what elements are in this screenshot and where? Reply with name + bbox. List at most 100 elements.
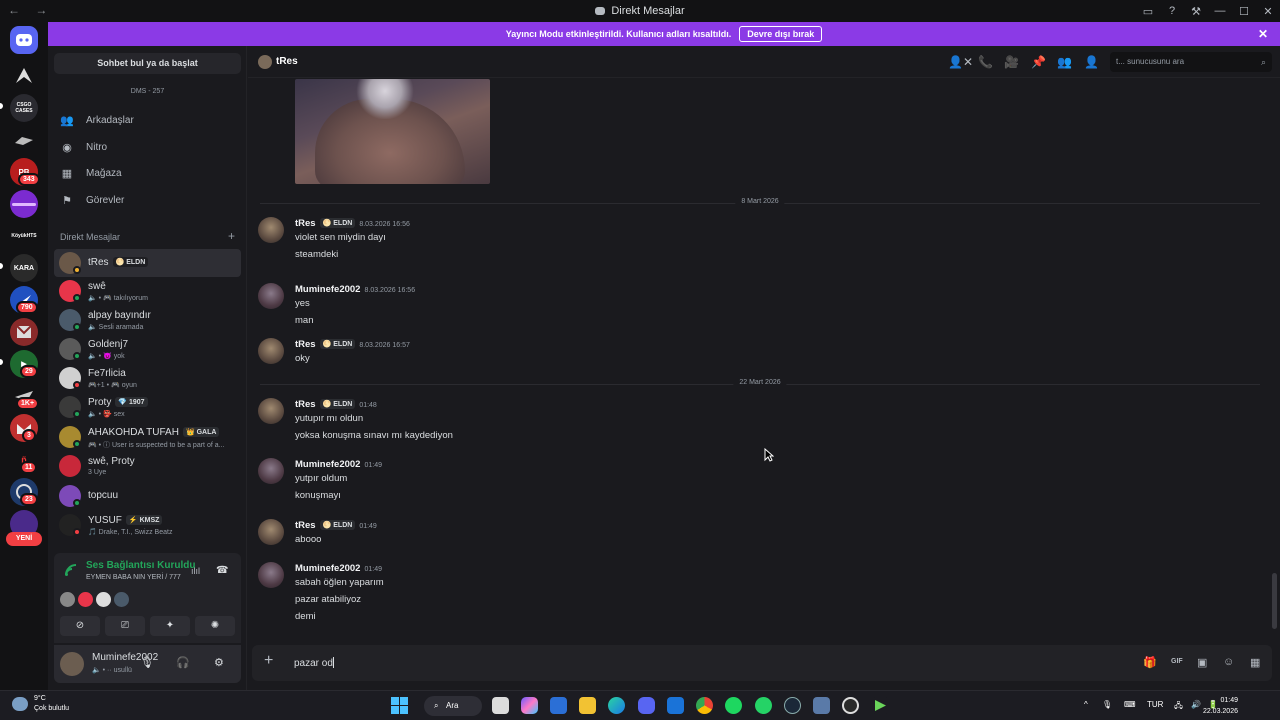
microphone-icon[interactable]: 🎙 xyxy=(140,656,154,669)
dm-item[interactable]: YUSUF ⚡ KMSZ 🎵 Drake, T.I., Swizz Beatz xyxy=(54,511,241,539)
avatar[interactable] xyxy=(258,519,284,545)
chrome-icon[interactable] xyxy=(696,697,713,714)
add-friends-to-dm-icon[interactable]: 👥 xyxy=(1057,55,1072,69)
guild-tag[interactable]: 🌕 ELDN xyxy=(319,520,356,530)
camera-off-button[interactable]: ⊘ xyxy=(60,616,100,636)
server-icon-5[interactable] xyxy=(10,190,38,218)
outlook-icon[interactable] xyxy=(667,697,684,714)
app-icon[interactable] xyxy=(813,697,830,714)
avatar[interactable] xyxy=(258,217,284,243)
nav-quests[interactable]: ⚑ Görevler xyxy=(54,188,241,212)
message-author[interactable]: Muminefe2002 xyxy=(295,563,360,574)
network-icon[interactable]: 🖧 xyxy=(1174,700,1183,714)
apps-icon[interactable]: ▦ xyxy=(1250,656,1260,669)
noise-suppression-icon[interactable]: ılıl xyxy=(191,566,200,576)
keyboard-icon[interactable]: ⌨ xyxy=(1124,700,1136,709)
disable-streamer-mode-button[interactable]: Devre dışı bırak xyxy=(739,26,823,42)
server-icon-kara[interactable]: KARA xyxy=(10,254,38,282)
clock[interactable]: 01:49 22.03.2026 xyxy=(1203,695,1238,717)
create-dm-icon[interactable]: + xyxy=(228,229,235,243)
dm-item[interactable]: swê 🔈 • 🎮 takılıyorum xyxy=(54,277,241,305)
add-attachment-icon[interactable]: + xyxy=(264,652,273,670)
app-icon[interactable] xyxy=(872,697,889,714)
voice-participant-avatar[interactable] xyxy=(60,592,75,607)
message-author[interactable]: tRes xyxy=(295,339,316,350)
minimize-button[interactable]: — xyxy=(1208,5,1232,17)
voice-channel-name[interactable]: EYMEN BABA NIN YERİ / 777 xyxy=(86,574,181,581)
headset-icon[interactable]: 🎧 xyxy=(176,656,190,669)
server-icon-1[interactable] xyxy=(10,62,38,90)
chat-title[interactable]: tRes xyxy=(276,56,298,67)
user-profile-icon[interactable]: 👤 xyxy=(1084,55,1099,69)
microphone-icon[interactable]: 🎙 xyxy=(1102,700,1112,709)
avatar[interactable] xyxy=(258,338,284,364)
guild-tag[interactable]: 🌕 ELDN xyxy=(319,399,356,409)
volume-icon[interactable]: 🔊 xyxy=(1191,700,1201,709)
avatar[interactable] xyxy=(258,283,284,309)
chat-scrollbar[interactable] xyxy=(1272,573,1277,629)
maximize-button[interactable]: ☐ xyxy=(1232,5,1256,18)
voice-call-icon[interactable]: 📞 xyxy=(978,55,993,69)
help-icon[interactable]: ? xyxy=(1160,5,1184,17)
close-icon[interactable]: ✕ xyxy=(1258,27,1268,41)
voice-participant-avatar[interactable] xyxy=(114,592,129,607)
message-author[interactable]: tRes xyxy=(295,399,316,410)
avatar[interactable] xyxy=(258,562,284,588)
direct-messages-home-button[interactable] xyxy=(10,26,38,54)
dm-item[interactable]: swê, Proty 3 Üye xyxy=(54,452,241,480)
store-icon[interactable] xyxy=(550,697,567,714)
server-icon-9[interactable] xyxy=(10,318,38,346)
obs-icon[interactable] xyxy=(842,697,859,714)
find-conversation-button[interactable]: Sohbet bul ya da başlat xyxy=(54,53,241,74)
dm-item[interactable]: Proty 💎 1907 🔈 • 👺 sex xyxy=(54,393,241,421)
devtools-icon[interactable]: ⚒ xyxy=(1184,5,1208,18)
guild-tag[interactable]: 🌕 ELDN xyxy=(319,218,356,228)
nav-nitro[interactable]: ◉ Nitro xyxy=(54,135,241,159)
search-input[interactable]: t... sunucusunu ara ⌕ xyxy=(1110,52,1272,72)
dm-item[interactable]: alpay bayındır 🔈 Sesli aramada xyxy=(54,306,241,334)
show-hidden-icons[interactable]: ^ xyxy=(1084,700,1088,709)
voice-status-title[interactable]: Ses Bağlantısı Kuruldu xyxy=(86,560,195,571)
sticker-icon[interactable]: ▣ xyxy=(1197,656,1207,669)
message-composer[interactable]: + pazar od 🎁 GIF ▣ ☺ ▦ xyxy=(252,645,1272,681)
nav-friends[interactable]: 👥 Arkadaşlar xyxy=(54,108,241,132)
message-input[interactable]: pazar od xyxy=(294,657,334,669)
video-call-icon[interactable]: 🎥 xyxy=(1004,55,1019,69)
message-author[interactable]: Muminefe2002 xyxy=(295,284,360,295)
disconnect-icon[interactable]: ☎ xyxy=(216,565,228,576)
soundboard-button[interactable]: ✺ xyxy=(195,616,235,636)
image-attachment[interactable] xyxy=(295,79,490,184)
avatar[interactable] xyxy=(258,458,284,484)
discord-taskbar-icon[interactable] xyxy=(638,697,655,714)
gif-icon[interactable]: GIF xyxy=(1171,658,1183,665)
remove-friend-icon[interactable]: 👤✕ xyxy=(948,55,973,69)
nav-shop[interactable]: ▦ Mağaza xyxy=(54,161,241,185)
dm-item[interactable]: AHAKOHDA TUFAH 👑 GALA 🎮 • ⓘ User is suspec… xyxy=(54,423,241,451)
edge-icon[interactable] xyxy=(608,697,625,714)
file-explorer-icon[interactable] xyxy=(579,697,596,714)
server-icon-koyukhts[interactable]: KöyükHTS xyxy=(10,222,38,250)
dm-item[interactable]: Goldenj7 🔈 • 😈 yok xyxy=(54,335,241,363)
whatsapp-icon[interactable] xyxy=(755,697,772,714)
task-view-icon[interactable] xyxy=(492,697,509,714)
steam-icon[interactable] xyxy=(784,697,801,714)
pinned-messages-icon[interactable]: 📌 xyxy=(1031,55,1046,69)
language-indicator[interactable]: TUR xyxy=(1147,700,1163,709)
dm-item[interactable]: Fe7rlicia 🎮+1 • 🎮 oyun xyxy=(54,364,241,392)
screen-share-button[interactable]: ⎚ xyxy=(105,616,145,636)
dm-item[interactable]: tRes 🌕 ELDN xyxy=(54,249,241,277)
taskbar-search[interactable]: ⌕ Ara xyxy=(424,696,482,716)
start-button[interactable] xyxy=(391,697,408,714)
inbox-icon[interactable]: ▭ xyxy=(1136,5,1160,18)
emoji-icon[interactable]: ☺ xyxy=(1223,656,1234,668)
copilot-icon[interactable] xyxy=(521,697,538,714)
close-window-button[interactable]: ✕ xyxy=(1256,5,1280,18)
message-author[interactable]: Muminefe2002 xyxy=(295,459,360,470)
activities-button[interactable]: ✦ xyxy=(150,616,190,636)
avatar[interactable] xyxy=(258,55,272,69)
dm-item[interactable]: topcuu xyxy=(54,482,241,510)
message-author[interactable]: tRes xyxy=(295,218,316,229)
voice-participant-avatar[interactable] xyxy=(78,592,93,607)
server-icon-3[interactable] xyxy=(10,126,38,154)
gear-icon[interactable]: ⚙ xyxy=(214,656,224,669)
